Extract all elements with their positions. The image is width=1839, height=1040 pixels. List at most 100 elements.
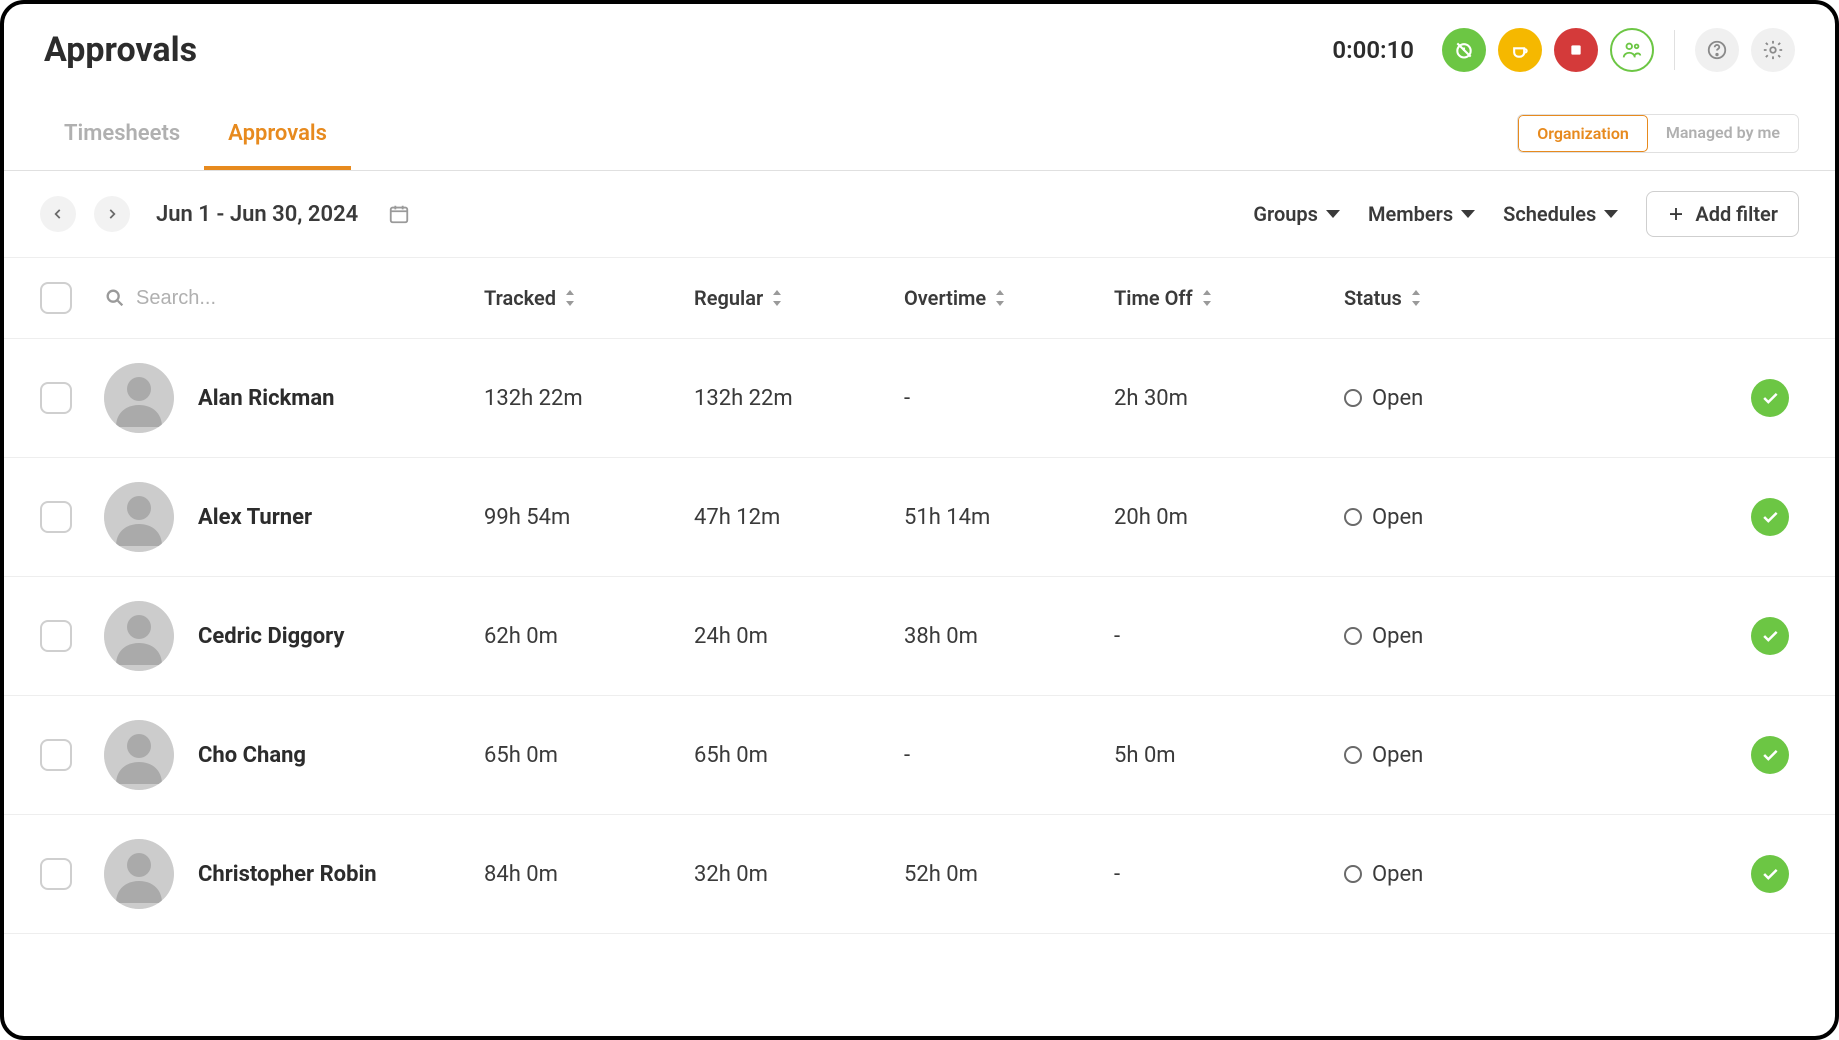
settings-button[interactable] [1751,28,1795,72]
cell-timeoff: 5h 0m [1114,743,1344,768]
avatar [104,482,174,552]
member-name: Alex Turner [198,505,312,530]
calendar-picker[interactable] [388,203,410,225]
cell-overtime: 38h 0m [904,624,1114,649]
filter-schedules[interactable]: Schedules [1503,202,1618,226]
help-icon [1706,39,1728,61]
approve-button[interactable] [1751,617,1789,655]
cell-status: Open [1372,743,1423,768]
help-button[interactable] [1695,28,1739,72]
status-indicator-icon [1344,627,1362,645]
cell-overtime: - [904,386,1114,411]
approve-button[interactable] [1751,498,1789,536]
scope-organization[interactable]: Organization [1518,115,1648,152]
row-checkbox[interactable] [40,858,72,890]
add-filter-label: Add filter [1695,202,1778,226]
team-button[interactable] [1610,28,1654,72]
avatar [104,720,174,790]
sort-icon [1410,289,1422,307]
table-row: Cho Chang 65h 0m 65h 0m - 5h 0m Open [4,696,1835,815]
prev-period-button[interactable] [40,196,76,232]
table-row: Cedric Diggory 62h 0m 24h 0m 38h 0m - Op… [4,577,1835,696]
search-input[interactable] [136,287,356,310]
sort-icon [771,289,783,307]
filter-members[interactable]: Members [1368,202,1475,226]
row-checkbox[interactable] [40,501,72,533]
col-header-regular[interactable]: Regular [694,286,904,310]
next-period-button[interactable] [94,196,130,232]
cell-overtime: 52h 0m [904,862,1114,887]
sort-icon [1201,289,1213,307]
approve-button[interactable] [1751,855,1789,893]
row-checkbox[interactable] [40,739,72,771]
timer-action-1[interactable] [1442,28,1486,72]
page-title: Approvals [44,30,197,70]
chevron-right-icon [105,207,119,221]
date-range-display[interactable]: Jun 1 - Jun 30, 2024 [156,202,358,227]
approve-button[interactable] [1751,736,1789,774]
filter-groups-label: Groups [1253,202,1318,226]
cell-overtime: 51h 14m [904,505,1114,530]
filter-schedules-label: Schedules [1503,202,1596,226]
header-divider [1674,30,1675,70]
col-header-status-label: Status [1344,286,1402,310]
tab-approvals[interactable]: Approvals [204,97,351,170]
check-icon [1760,864,1780,884]
col-header-timeoff[interactable]: Time Off [1114,286,1344,310]
check-icon [1760,626,1780,646]
sort-icon [564,289,576,307]
coffee-icon [1510,40,1530,60]
stop-icon [1568,42,1584,58]
search-icon [104,287,126,309]
cell-timeoff: - [1114,862,1344,887]
cell-tracked: 132h 22m [484,386,694,411]
cell-status: Open [1372,862,1423,887]
add-filter-button[interactable]: Add filter [1646,191,1799,237]
col-header-regular-label: Regular [694,286,763,310]
chevron-left-icon [51,207,65,221]
member-name: Alan Rickman [198,386,334,411]
calendar-icon [388,203,410,225]
col-header-overtime[interactable]: Overtime [904,286,1114,310]
col-header-tracked[interactable]: Tracked [484,286,694,310]
timer-display: 0:00:10 [1332,36,1414,64]
tab-timesheets[interactable]: Timesheets [40,97,204,170]
status-indicator-icon [1344,746,1362,764]
table-row: Alex Turner 99h 54m 47h 12m 51h 14m 20h … [4,458,1835,577]
avatar [104,363,174,433]
cell-timeoff: 20h 0m [1114,505,1344,530]
cell-regular: 47h 12m [694,505,904,530]
approve-button[interactable] [1751,379,1789,417]
cell-regular: 32h 0m [694,862,904,887]
timer-break[interactable] [1498,28,1542,72]
row-checkbox[interactable] [40,620,72,652]
scope-managed-by-me[interactable]: Managed by me [1648,115,1798,152]
status-indicator-icon [1344,389,1362,407]
member-name: Cho Chang [198,743,306,768]
filter-groups[interactable]: Groups [1253,202,1340,226]
cell-status: Open [1372,386,1423,411]
cell-tracked: 99h 54m [484,505,694,530]
plus-icon [1667,205,1685,223]
cell-timeoff: - [1114,624,1344,649]
users-icon [1621,39,1643,61]
select-all-checkbox[interactable] [40,282,72,314]
cell-status: Open [1372,505,1423,530]
cell-overtime: - [904,743,1114,768]
cell-tracked: 65h 0m [484,743,694,768]
table-row: Alan Rickman 132h 22m 132h 22m - 2h 30m … [4,339,1835,458]
cell-tracked: 62h 0m [484,624,694,649]
caret-down-icon [1326,210,1340,218]
clock-off-icon [1454,40,1474,60]
cell-tracked: 84h 0m [484,862,694,887]
timer-stop[interactable] [1554,28,1598,72]
cell-regular: 132h 22m [694,386,904,411]
caret-down-icon [1604,210,1618,218]
check-icon [1760,388,1780,408]
table-row: Christopher Robin 84h 0m 32h 0m 52h 0m -… [4,815,1835,934]
row-checkbox[interactable] [40,382,72,414]
avatar [104,601,174,671]
filter-members-label: Members [1368,202,1453,226]
status-indicator-icon [1344,508,1362,526]
col-header-status[interactable]: Status [1344,286,1544,310]
